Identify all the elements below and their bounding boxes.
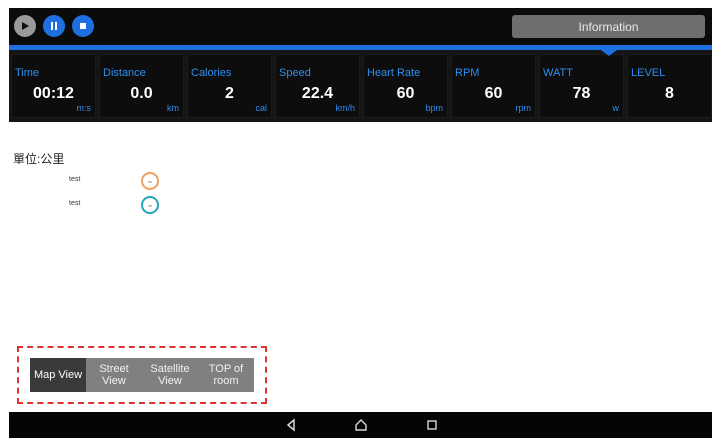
pause-button[interactable]	[43, 15, 65, 37]
stat-watt: WATT 78 w	[539, 54, 624, 118]
stat-unit: cal	[255, 103, 267, 113]
stat-unit: m:s	[76, 103, 92, 113]
recents-icon[interactable]	[426, 418, 438, 432]
back-icon[interactable]	[285, 418, 297, 432]
information-button[interactable]: Information	[512, 15, 705, 38]
marker-icon: xx	[141, 172, 159, 190]
stat-value: 78	[572, 85, 591, 102]
stat-value: 22.4	[301, 85, 334, 102]
stat-time: Time 00:12 m:s	[11, 54, 96, 118]
legend-name: test	[69, 176, 81, 183]
info-indicator-arrow	[601, 50, 617, 56]
stat-label: Time	[15, 67, 40, 79]
pause-icon	[51, 22, 57, 30]
stop-button[interactable]	[72, 15, 94, 37]
top-of-room-button[interactable]: TOP of room	[198, 358, 254, 392]
stat-unit: w	[612, 103, 620, 113]
play-icon	[22, 22, 29, 30]
stat-speed: Speed 22.4 km/h	[275, 54, 360, 118]
stat-heart-rate: Heart Rate 60 bpm	[363, 54, 448, 118]
legend-name: test	[69, 200, 81, 207]
stat-value: 2	[225, 85, 234, 102]
street-view-button[interactable]: Street View	[86, 358, 142, 392]
stat-value: 60	[484, 85, 503, 102]
stat-value: 00:12	[33, 85, 74, 102]
stat-value: 60	[396, 85, 415, 102]
stat-unit: rpm	[515, 103, 532, 113]
android-nav-bar	[9, 412, 712, 438]
stat-unit: bpm	[425, 103, 443, 113]
stat-label: Speed	[279, 67, 311, 79]
stat-value: 0.0	[130, 85, 153, 102]
stat-rpm: RPM 60 rpm	[451, 54, 536, 118]
app-frame: Information Time 00:12 m:s Distance 0.0 …	[9, 8, 712, 438]
stat-label: Calories	[191, 67, 232, 79]
legend-item: test xx	[69, 196, 269, 218]
stat-label: WATT	[543, 67, 573, 79]
stat-distance: Distance 0.0 km	[99, 54, 184, 118]
play-button[interactable]	[14, 15, 36, 37]
marker-icon: xx	[141, 196, 159, 214]
stat-value: 8	[665, 85, 674, 102]
satellite-view-button[interactable]: Satellite View	[142, 358, 198, 392]
stat-label: Heart Rate	[367, 67, 421, 79]
stop-icon	[80, 23, 86, 29]
stat-unit: km	[167, 103, 179, 113]
stat-unit: km/h	[335, 103, 355, 113]
stats-bar: Time 00:12 m:s Distance 0.0 km Calories …	[9, 50, 712, 122]
map-view-button[interactable]: Map View	[30, 358, 86, 392]
map-area[interactable]: 單位:公里 test xx test xx Map View Street Vi…	[9, 122, 712, 412]
legend-item: test xx	[69, 172, 269, 194]
stat-label: LEVEL	[631, 67, 666, 79]
stat-calories: Calories 2 cal	[187, 54, 272, 118]
stat-label: RPM	[455, 67, 480, 79]
stat-level: LEVEL 8	[627, 54, 712, 118]
view-mode-toggle: Map View Street View Satellite View TOP …	[30, 358, 254, 392]
stat-label: Distance	[103, 67, 146, 79]
home-icon[interactable]	[354, 418, 368, 432]
unit-label: 單位:公里	[13, 152, 65, 166]
top-bar: Information	[9, 8, 712, 45]
